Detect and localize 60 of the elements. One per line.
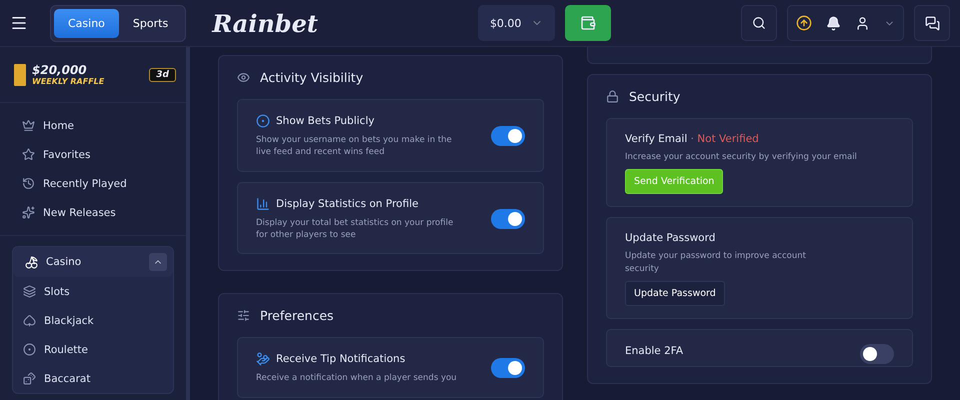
mode-tab[interactable]: Casino — [54, 8, 119, 38]
setting-title: Show Bets Publicly — [276, 115, 374, 127]
nav-item[interactable]: Baccarat — [13, 364, 173, 393]
nav-item[interactable]: Favorites — [0, 140, 186, 169]
section-header[interactable]: Casino — [13, 247, 173, 277]
setting-title: Update Password — [625, 232, 716, 244]
sparkles-icon — [22, 206, 35, 219]
nav-item[interactable]: Roulette — [13, 335, 173, 364]
setting-title: Verify Email · Not Verified — [625, 133, 759, 145]
search-icon — [752, 16, 766, 30]
arrow-up-icon[interactable] — [796, 15, 812, 31]
chat-icon — [924, 16, 940, 30]
setting-description: Increase your account security by verifying your email — [625, 151, 858, 164]
setting-description: Display your total bet statistics on your profile for other players to see — [256, 216, 454, 242]
star-icon — [22, 148, 35, 161]
wallet-icon — [580, 15, 596, 31]
nav-item[interactable]: Recently Played — [0, 169, 186, 198]
raffle-amount: $20,000 — [32, 63, 88, 77]
hand-coins-icon — [256, 352, 270, 366]
section-label: Casino — [46, 256, 82, 268]
setting-title: Receive Tip Notifications — [276, 353, 406, 366]
spade-icon — [23, 314, 36, 327]
toggle-switch[interactable] — [860, 344, 894, 364]
sliders-icon — [237, 309, 250, 322]
toggle-switch[interactable] — [491, 358, 525, 378]
nav-item[interactable]: Blackjack — [13, 306, 173, 335]
panel-title: Security — [629, 89, 680, 104]
mode-tab[interactable]: Sports — [118, 8, 182, 38]
crown-icon — [22, 119, 35, 132]
setting-description: Show your username on bets you make in the live feed and recent wins feed — [256, 134, 453, 159]
setting-title: Enable 2FA — [625, 344, 684, 357]
logo[interactable]: Rainbet — [212, 8, 318, 38]
nav-item[interactable]: New Releases — [0, 198, 186, 227]
nav-item[interactable]: Home — [0, 111, 186, 140]
chat-button[interactable] — [914, 5, 950, 41]
raffle-label: WEEKLY RAFFLE — [32, 77, 104, 86]
panel-title: Preferences — [260, 308, 334, 324]
bar-chart-icon — [256, 196, 270, 211]
ticket-icon — [14, 64, 26, 86]
setting-description: Receive a notification when a player sends you — [256, 372, 457, 385]
toggle-switch[interactable] — [491, 126, 525, 146]
setting-description: Update your password to improve account security — [625, 250, 807, 275]
nav-item[interactable]: Slots — [13, 277, 173, 306]
setting-title: Display Statistics on Profile — [276, 198, 418, 210]
bell-icon[interactable] — [826, 16, 841, 30]
wallet-button[interactable] — [565, 5, 612, 41]
layers-icon — [23, 285, 36, 298]
menu-icon[interactable] — [10, 14, 28, 32]
lock-icon — [606, 90, 619, 103]
user-icon[interactable] — [855, 16, 870, 30]
action-button[interactable]: Update Password — [625, 280, 725, 306]
history-icon — [22, 177, 35, 190]
eye-icon — [237, 71, 250, 84]
panel-title: Activity Visibility — [260, 70, 364, 85]
cherry-icon — [25, 256, 38, 268]
circle-icon — [256, 114, 270, 128]
time-badge: 3d — [149, 68, 176, 82]
toggle-switch[interactable] — [491, 208, 525, 229]
balance-dropdown[interactable]: $0.00 — [478, 5, 556, 41]
search-button[interactable] — [741, 5, 777, 41]
